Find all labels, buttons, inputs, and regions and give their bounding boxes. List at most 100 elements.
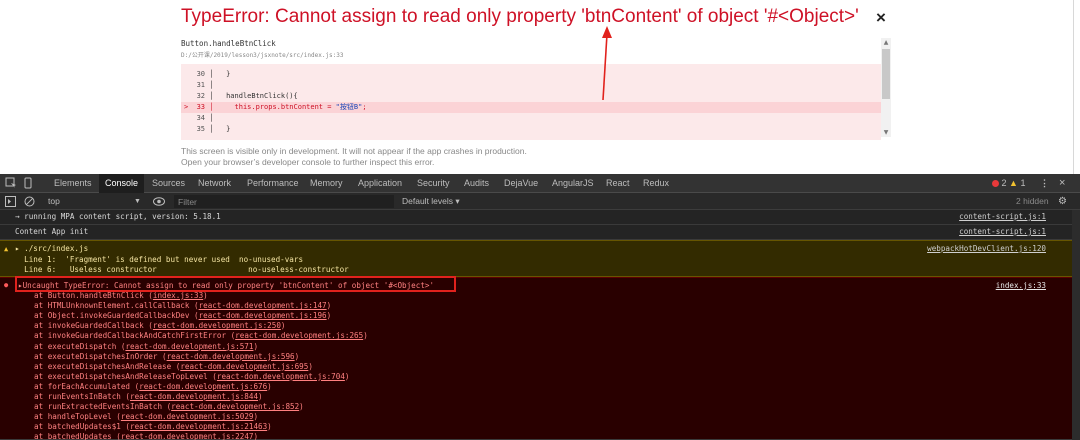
stack-frame-link[interactable]: react-dom.development.js:852 [171,402,299,411]
tab-performance[interactable]: Performance [247,174,299,193]
scroll-down-icon[interactable]: ▼ [881,128,891,137]
stack-frame-function: at executeDispatchesAndReleaseTopLevel ( [34,371,217,381]
tab-console[interactable]: Console [99,174,145,193]
tab-memory[interactable]: Memory [310,174,343,193]
console-message: Content App init content-script.js:1 [0,225,1080,240]
code-line: 35 │ } [196,125,231,133]
console-message: → running MPA content script, version: 5… [0,210,1080,225]
tab-application[interactable]: Application [358,174,402,193]
source-link[interactable]: index.js:33 [996,281,1046,291]
tab-audits[interactable]: Audits [464,174,489,193]
console-messages: → running MPA content script, version: 5… [0,210,1080,440]
code-line-highlighted: >33 │ this.props.btnContent = "按钮B"; [181,102,881,113]
device-toolbar-icon[interactable] [22,177,34,189]
stack-frame-close: ) [267,381,272,391]
stack-frame-function: at handleTopLevel ( [34,412,121,422]
stack-frame-link[interactable]: react-dom.development.js:147 [199,301,327,310]
stack-frame-link[interactable]: index.js:33 [153,291,203,300]
stack-frame-close: ) [280,321,286,331]
warning-icon: ▲ [1009,178,1018,188]
stack-frame-close: ) [253,412,259,422]
scrollbar-thumb[interactable] [882,49,890,99]
error-file-path[interactable]: D:/公开课/2019/lesson3/jsxnote/src/index.js… [181,50,344,59]
error-function-name: Button.handleBtnClick [181,39,276,48]
stack-frame-link[interactable]: react-dom.development.js:596 [167,352,295,361]
tab-dejavue[interactable]: DejaVue [504,174,538,193]
tab-network[interactable]: Network [198,174,231,193]
stack-frame: at Button.handleBtnClick (index.js:33) [34,291,208,301]
console-filterbar: top ▼ Default levels ▾ 2 hidden ⚙ [0,193,1080,210]
error-icon: ● [4,281,9,289]
stack-frame-close: ) [267,422,272,432]
stack-frame-close: ) [253,432,259,440]
console-scrollbar[interactable] [1072,210,1080,440]
stack-frame: at executeDispatchesAndRelease (react-do… [34,362,313,372]
stack-frame-link[interactable]: react-dom.development.js:704 [217,372,345,381]
stack-frame: at HTMLUnknownElement.callCallback (reac… [34,301,331,311]
stack-frame-link[interactable]: react-dom.development.js:265 [235,331,363,340]
error-overlay: TypeError: Cannot assign to read only pr… [0,0,1080,174]
tab-react[interactable]: React [606,174,630,193]
more-options-icon[interactable]: ⋮ [1040,174,1049,193]
stack-frame-link[interactable]: react-dom.development.js:5029 [121,412,254,421]
stack-frame-close: ) [326,301,332,311]
console-error-message[interactable]: ● ▸Uncaught TypeError: Cannot assign to … [0,277,1080,440]
stack-frame-link[interactable]: react-dom.development.js:676 [139,382,267,391]
stack-frame-function: at Button.handleBtnClick ( [34,291,153,300]
code-scrollbar[interactable]: ▲ ▼ [881,38,891,137]
stack-frame-link[interactable]: react-dom.development.js:250 [153,321,281,330]
annotation-arrow-icon [602,26,612,101]
stack-frame: at executeDispatchesAndReleaseTopLevel (… [34,372,349,382]
annotation-highlight-box [15,276,456,292]
context-select[interactable]: top [48,193,60,210]
clear-console-icon[interactable] [24,196,35,207]
stack-frame-function: at invokeGuardedCallbackAndCatchFirstErr… [34,331,236,341]
stack-frame-function: at invokeGuardedCallback ( [34,321,153,331]
source-link[interactable]: content-script.js:1 [959,212,1046,222]
code-line: 34 │ [196,114,218,122]
stack-frame-link[interactable]: react-dom.development.js:21463 [130,422,267,431]
warning-icon: ▲ [4,245,9,253]
stack-frame-function: at Object.invokeGuardedCallbackDev ( [34,311,199,321]
inspect-element-icon[interactable] [5,177,17,189]
console-settings-gear-icon[interactable]: ⚙ [1058,193,1067,210]
tab-security[interactable]: Security [417,174,450,193]
overlay-footer-note: This screen is visible only in developme… [181,146,527,156]
stack-frame-close: ) [363,331,368,341]
log-levels-dropdown[interactable]: Default levels ▾ [402,193,460,210]
stack-frame-close: ) [294,351,300,361]
tab-redux[interactable]: Redux [643,174,669,193]
error-counter[interactable]: 2 ▲ 1 [992,174,1026,193]
console-warning-message[interactable]: ▲ ▸ ./src/index.js Line 1: 'Fragment' is… [0,240,1080,277]
stack-frame-function: at runEventsInBatch ( [34,392,131,401]
close-devtools-icon[interactable]: × [1059,174,1065,193]
stack-frame-link[interactable]: react-dom.development.js:571 [125,342,253,351]
stack-frame-close: ) [203,291,208,300]
stack-frame-close: ) [258,392,263,401]
stack-frame-link[interactable]: react-dom.development.js:695 [180,362,308,371]
devtools-panel: Elements Console Sources Network Perform… [0,174,1080,440]
stack-frame-function: at runExtractedEventsInBatch ( [34,402,172,412]
stack-frame: at handleTopLevel (react-dom.development… [34,412,258,422]
stack-frame-function: at HTMLUnknownElement.callCallback ( [34,301,199,311]
chevron-down-icon[interactable]: ▼ [134,193,141,210]
eye-icon[interactable] [153,197,165,206]
stack-frame-function: at executeDispatch ( [34,341,126,351]
stack-frame-close: ) [253,341,259,351]
show-sidebar-icon[interactable] [5,196,16,207]
close-icon[interactable]: × [876,8,886,28]
scroll-up-icon[interactable]: ▲ [881,38,891,47]
stack-frame-link[interactable]: react-dom.development.js:196 [199,311,327,320]
stack-frame-link[interactable]: react-dom.development.js:844 [130,392,258,401]
stack-frame-close: ) [326,311,332,321]
console-filter-input[interactable] [174,195,394,208]
stack-frame-link[interactable]: react-dom.development.js:2247 [121,432,254,440]
tab-sources[interactable]: Sources [152,174,185,193]
tab-elements[interactable]: Elements [54,174,92,193]
source-link[interactable]: webpackHotDevClient.js:120 [927,244,1046,254]
code-line: 30 │ } [196,70,231,78]
hidden-messages-count: 2 hidden [1016,196,1049,206]
source-link[interactable]: content-script.js:1 [959,227,1046,237]
stack-frame-function: at batchedUpdates$1 ( [34,422,131,432]
tab-angularjs[interactable]: AngularJS [552,174,594,193]
